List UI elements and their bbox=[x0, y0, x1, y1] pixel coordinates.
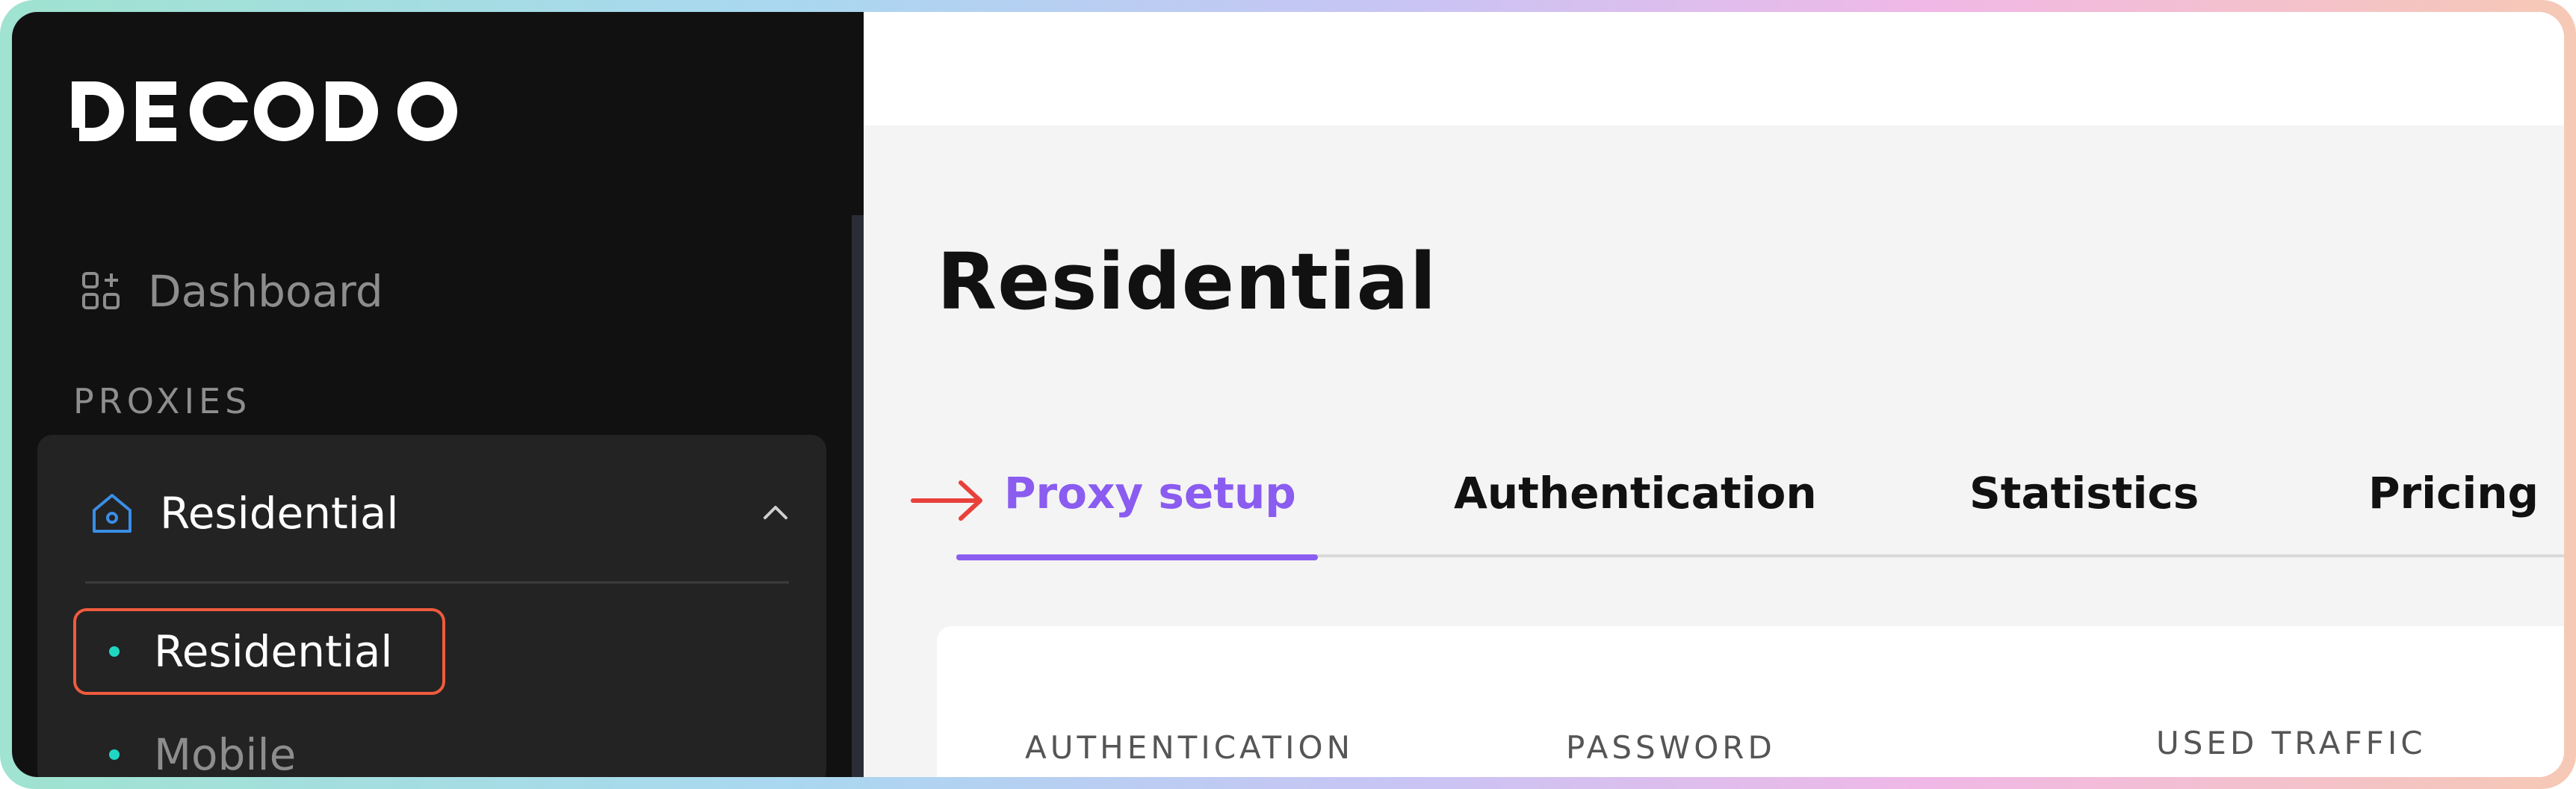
sidebar-subitem-label: Mobile bbox=[154, 729, 297, 777]
tab-statistics[interactable]: Statistics bbox=[1969, 468, 2199, 535]
sidebar-scrollbar[interactable] bbox=[852, 215, 864, 777]
arrow-right-icon bbox=[911, 480, 982, 521]
house-icon bbox=[93, 494, 131, 533]
sidebar-item-label: Dashboard bbox=[148, 266, 383, 317]
section-label-proxies: PROXIES bbox=[73, 381, 252, 421]
divider bbox=[85, 581, 789, 584]
sidebar-group-residential: Residential Residential Mobile bbox=[37, 435, 826, 777]
logo-wordmark bbox=[72, 81, 457, 141]
sidebar-item-dashboard[interactable]: Dashboard bbox=[81, 262, 383, 321]
tab-proxy-setup[interactable]: Proxy setup bbox=[1004, 468, 1296, 535]
proxy-setup-card: AUTHENTICATION PASSWORD USED TRAFFIC bbox=[937, 626, 2564, 777]
sidebar-group-label: Residential bbox=[160, 488, 399, 539]
active-tab-indicator bbox=[956, 554, 1318, 560]
page-title: Residential bbox=[937, 236, 1437, 327]
sidebar: Dashboard PROXIES Residential Residentia… bbox=[12, 12, 864, 777]
top-bar bbox=[864, 12, 2564, 126]
sidebar-subitem-label: Residential bbox=[154, 626, 393, 677]
window-frame: Dashboard PROXIES Residential Residentia… bbox=[0, 0, 2576, 789]
dashboard-grid-icon bbox=[82, 272, 120, 309]
sidebar-group-header[interactable]: Residential bbox=[90, 480, 792, 547]
dot-icon bbox=[109, 646, 120, 657]
sidebar-subitem-mobile[interactable]: Mobile bbox=[73, 711, 445, 777]
dot-icon bbox=[109, 749, 120, 760]
chevron-up-icon[interactable] bbox=[759, 497, 792, 530]
tab-authentication[interactable]: Authentication bbox=[1454, 468, 1817, 535]
column-header-password: PASSWORD bbox=[1566, 729, 1776, 766]
column-header-used-traffic: USED TRAFFIC bbox=[2156, 725, 2427, 761]
app-window: Dashboard PROXIES Residential Residentia… bbox=[12, 12, 2564, 777]
decodo-logo[interactable] bbox=[72, 76, 460, 148]
sidebar-subitem-residential[interactable]: Residential bbox=[73, 608, 445, 695]
tab-pricing[interactable]: Pricing bbox=[2368, 468, 2539, 535]
column-header-authentication: AUTHENTICATION bbox=[1025, 729, 1354, 766]
